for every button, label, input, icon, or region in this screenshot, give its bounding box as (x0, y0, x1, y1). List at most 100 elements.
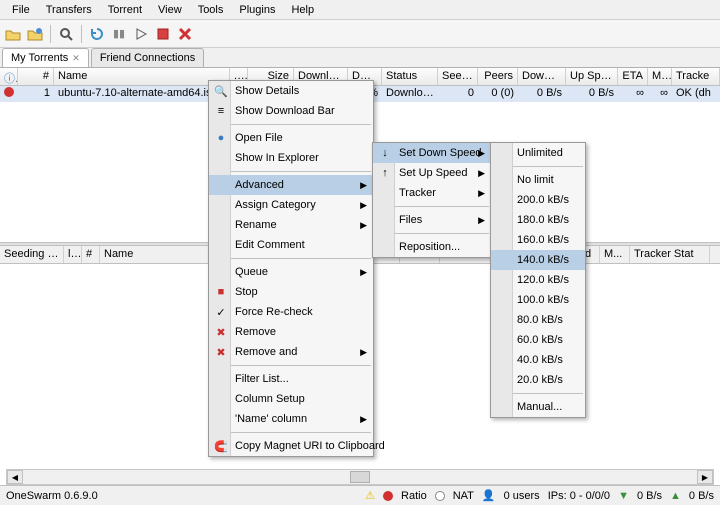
menu-item[interactable]: 80.0 kB/s (491, 310, 585, 330)
menu-label: Reposition... (399, 241, 460, 253)
menu-item[interactable]: 200.0 kB/s (491, 190, 585, 210)
menu-label: 200.0 kB/s (517, 194, 569, 206)
menu-icon: ■ (213, 284, 229, 300)
menu-icon: ✖ (213, 344, 229, 360)
menu-item[interactable]: ↑ Set Up Speed ▶ (373, 163, 491, 183)
col-peers[interactable]: Peers (478, 68, 518, 85)
menu-item[interactable]: 160.0 kB/s (491, 230, 585, 250)
seed-col[interactable]: # (82, 246, 100, 263)
menu-item[interactable]: 100.0 kB/s (491, 290, 585, 310)
menu-torrent[interactable]: Torrent (100, 1, 150, 19)
stop-icon[interactable] (154, 25, 172, 43)
refresh-icon[interactable] (88, 25, 106, 43)
menu-item[interactable]: Manual... (491, 397, 585, 417)
col-tracker[interactable]: Tracke (672, 68, 720, 85)
close-icon[interactable]: ✕ (72, 53, 80, 64)
status-bar: OneSwarm 0.6.9.0 ⚠ Ratio NAT 👤 0 users I… (0, 485, 720, 505)
col-down[interactable]: Down ... (518, 68, 566, 85)
menu-view[interactable]: View (150, 1, 190, 19)
menu-help[interactable]: Help (283, 1, 322, 19)
menu-label: Show Details (235, 85, 299, 97)
scroll-left-icon[interactable]: ◀ (7, 470, 23, 484)
menu-tools[interactable]: Tools (190, 1, 232, 19)
menu-item[interactable]: ✖Remove and▶ (209, 342, 373, 362)
menu-item[interactable]: 60.0 kB/s (491, 330, 585, 350)
warning-icon: ⚠ (365, 489, 375, 502)
menu-label: Set Up Speed (399, 167, 468, 179)
menu-item[interactable]: 🧲Copy Magnet URI to Clipboard (209, 436, 373, 456)
col-name[interactable]: Name (54, 68, 230, 85)
seed-col[interactable]: M... (600, 246, 630, 263)
menu-label: Show In Explorer (235, 152, 319, 164)
menu-icon: ↑ (377, 165, 393, 181)
col-up[interactable]: Up Speed (566, 68, 618, 85)
menu-item[interactable]: ■Stop (209, 282, 373, 302)
remove-icon[interactable] (176, 25, 194, 43)
menu-item[interactable]: 'Name' column▶ (209, 409, 373, 429)
up-arrow-icon: ▲ (670, 490, 681, 502)
menu-item[interactable]: 🔍 Show Details (209, 81, 373, 101)
menu-item: ✓Force Re-check (209, 302, 373, 322)
menu-item[interactable]: Column Setup (209, 389, 373, 409)
url-icon[interactable] (26, 25, 44, 43)
menu-item[interactable]: Reposition... (373, 237, 491, 257)
menu-item[interactable]: Files▶ (373, 210, 491, 230)
menu-item[interactable]: Rename▶ (209, 215, 373, 235)
seed-col[interactable]: Seeding Ra... (0, 246, 64, 263)
menu-label: Remove (235, 326, 276, 338)
menu-icon: 🔍 (213, 83, 229, 99)
menu-item[interactable]: Edit Comment (209, 235, 373, 255)
scroll-right-icon[interactable]: ▶ (697, 470, 713, 484)
seed-col[interactable]: Tracker Stat (630, 246, 710, 263)
seed-col[interactable]: l... (64, 246, 82, 263)
open-icon[interactable] (4, 25, 22, 43)
menu-file[interactable]: File (4, 1, 38, 19)
menu-item[interactable]: 140.0 kB/s (491, 250, 585, 270)
row-icon (0, 86, 18, 102)
menu-item[interactable]: No limit (491, 170, 585, 190)
menu-label: 140.0 kB/s (517, 254, 569, 266)
menu-plugins[interactable]: Plugins (231, 1, 283, 19)
col-icon[interactable]: ⓘ (0, 68, 18, 85)
menu-item[interactable]: 40.0 kB/s (491, 350, 585, 370)
submenu-arrow-icon: ▶ (478, 168, 485, 179)
tab-my-torrents[interactable]: My Torrents✕ (2, 48, 89, 67)
row-eta: ∞ (618, 86, 648, 102)
menu-label: Advanced (235, 179, 284, 191)
menu-item[interactable]: Filter List... (209, 369, 373, 389)
menu-item[interactable]: 180.0 kB/s (491, 210, 585, 230)
menu-item[interactable]: ●Open File (209, 128, 373, 148)
menu-item[interactable]: Tracker▶ (373, 183, 491, 203)
scrollbar-thumb[interactable] (350, 471, 370, 483)
submenu-arrow-icon: ▶ (478, 188, 485, 199)
col-status[interactable]: Status (382, 68, 438, 85)
menu-label: 180.0 kB/s (517, 214, 569, 226)
menu-label: 80.0 kB/s (517, 314, 563, 326)
menu-item[interactable]: ↓Set Down Speed▶ (373, 143, 491, 163)
menu-item[interactable]: Assign Category▶ (209, 195, 373, 215)
menu-item[interactable]: ✖Remove (209, 322, 373, 342)
menu-item[interactable]: Show In Explorer (209, 148, 373, 168)
menu-transfers[interactable]: Transfers (38, 1, 100, 19)
submenu-arrow-icon: ▶ (360, 347, 367, 358)
submenu-arrow-icon: ▶ (360, 180, 367, 191)
menu-label: Force Re-check (235, 306, 313, 318)
menu-item[interactable]: ≡ Show Download Bar (209, 101, 373, 121)
col-seeds[interactable]: Seeds (438, 68, 478, 85)
pause-icon[interactable]: ▮▮ (110, 25, 128, 43)
menu-label: Show Download Bar (235, 105, 335, 117)
menu-item[interactable]: 20.0 kB/s (491, 370, 585, 390)
col-eta[interactable]: ETA (618, 68, 648, 85)
menu-item[interactable]: 120.0 kB/s (491, 270, 585, 290)
tab-friend-connections[interactable]: Friend Connections (91, 48, 204, 67)
horizontal-scrollbar[interactable]: ◀ ▶ (6, 469, 714, 485)
menu-label: No limit (517, 174, 554, 186)
col-num[interactable]: # (18, 68, 54, 85)
row-m: ∞ (648, 86, 672, 102)
menu-icon: ≡ (213, 103, 229, 119)
play-icon[interactable] (132, 25, 150, 43)
row-tracker: OK (dh (672, 86, 720, 102)
col-m[interactable]: M... (648, 68, 672, 85)
menu-item[interactable]: Advanced ▶ (209, 175, 373, 195)
search-icon[interactable] (57, 25, 75, 43)
